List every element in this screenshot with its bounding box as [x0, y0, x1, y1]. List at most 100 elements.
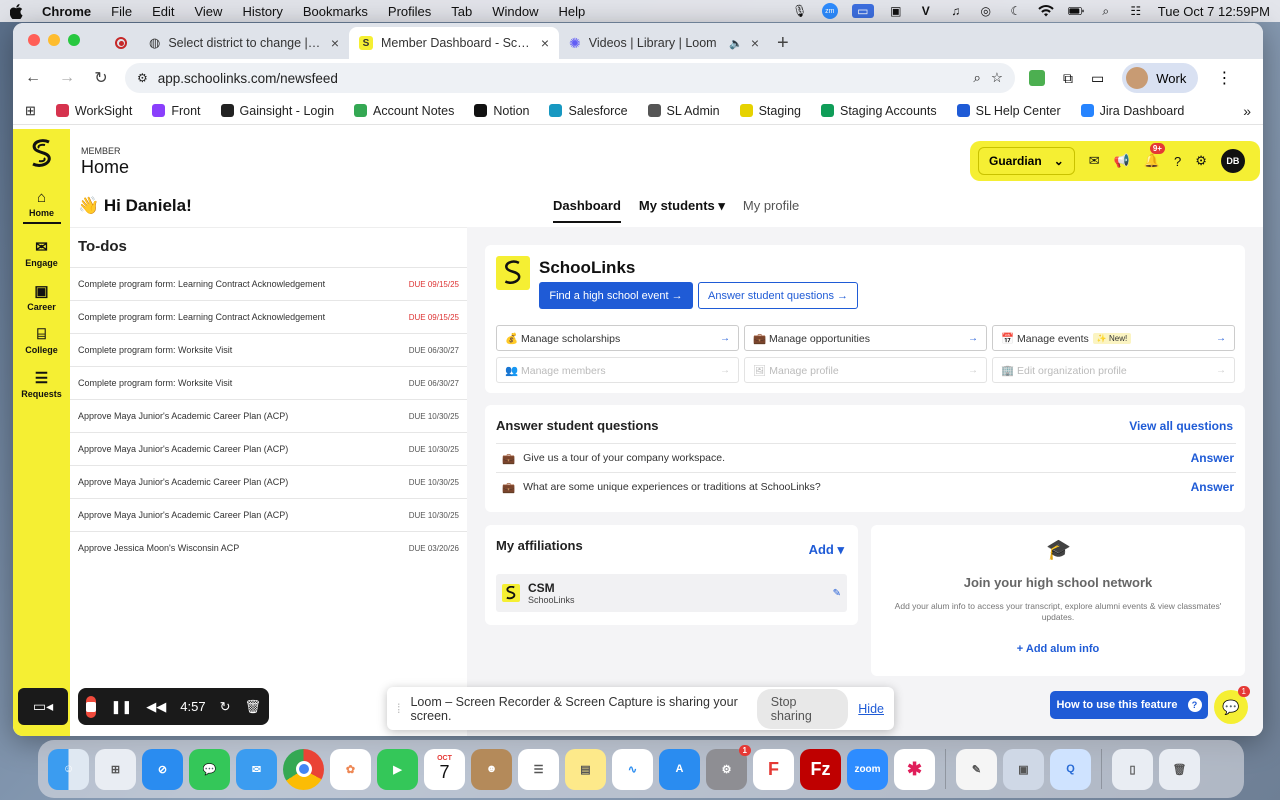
chat-launcher-button[interactable]: 💬 1 — [1214, 686, 1250, 724]
tab-loom-videos[interactable]: ✺ Videos | Library | Loom 🔈 × — [559, 27, 769, 59]
loom-camera-button[interactable]: ▭◂ — [18, 688, 68, 725]
megaphone-icon[interactable]: 📢 — [1114, 153, 1130, 169]
figma-icon[interactable]: F — [753, 748, 794, 790]
screen-share-icon[interactable]: ▭ — [851, 4, 874, 18]
bookmark-sl-admin[interactable]: SL Admin — [647, 104, 720, 118]
reload-icon[interactable]: ↻ — [91, 68, 111, 88]
todo-item[interactable]: Approve Maya Junior's Academic Career Pl… — [70, 465, 467, 498]
battery-icon[interactable] — [1067, 4, 1084, 18]
bookmark-staging-accounts[interactable]: Staging Accounts — [821, 104, 937, 118]
bookmark-jira-dashboard[interactable]: Jira Dashboard — [1080, 104, 1184, 118]
bookmark-worksight[interactable]: WorkSight — [55, 104, 132, 118]
chrome-icon[interactable] — [283, 748, 324, 790]
airdrop-icon[interactable]: ◎ — [978, 4, 994, 18]
sidebar-item-career[interactable]: ▣ Career — [27, 282, 56, 312]
more-bookmarks-icon[interactable]: » — [1243, 103, 1251, 119]
add-affiliation-button[interactable]: Add ▾ — [809, 542, 844, 558]
role-dropdown[interactable]: Guardian ⌄ — [978, 147, 1075, 175]
notes-icon[interactable]: ▤ — [565, 748, 606, 790]
photos-icon[interactable]: ✿ — [330, 748, 371, 790]
menu-clock[interactable]: Tue Oct 7 12:59PM — [1158, 4, 1270, 19]
tab-my-students[interactable]: My students ▾ — [639, 198, 725, 223]
todo-item[interactable]: Approve Maya Junior's Academic Career Pl… — [70, 498, 467, 531]
forward-arrow-icon[interactable]: → — [57, 69, 77, 87]
affiliation-item[interactable]: CSM SchooLinks ✎ — [496, 574, 847, 612]
messages-icon[interactable]: 💬 — [189, 748, 230, 790]
url-text[interactable]: app.schoolinks.com/newsfeed — [158, 71, 964, 86]
apps-grid-icon[interactable]: ⊞ — [25, 103, 36, 119]
rewind-icon[interactable]: ◀◀ — [146, 699, 166, 715]
bookmark-account-notes[interactable]: Account Notes — [354, 104, 454, 118]
user-avatar[interactable]: DB — [1220, 149, 1245, 173]
calendar-icon[interactable]: OCT 7 — [424, 748, 465, 790]
how-to-use-button[interactable]: How to use this feature ? — [1050, 691, 1208, 719]
bell-icon[interactable]: 🔔 9+ — [1144, 143, 1165, 169]
menu-view[interactable]: View — [194, 4, 222, 19]
reminders-icon[interactable]: ☰ — [518, 748, 559, 790]
v-app-icon[interactable]: V — [918, 4, 934, 18]
stop-sharing-button[interactable]: Stop sharing — [756, 688, 849, 729]
restart-icon[interactable]: ↻ — [220, 699, 231, 715]
chrome-menu-icon[interactable]: ⋮ — [1216, 68, 1232, 88]
speaker-icon[interactable]: 🔈 — [729, 37, 743, 50]
todo-item[interactable]: Approve Jessica Moon's Wisconsin ACP DUE … — [70, 531, 467, 564]
bookmark-star-icon[interactable]: ☆ — [991, 70, 1003, 86]
facetime-icon[interactable]: ▶ — [377, 748, 418, 790]
view-all-questions-link[interactable]: View all questions — [1129, 419, 1233, 433]
sidebar-item-college[interactable]: ⌸ College — [25, 326, 58, 355]
bookmark-front[interactable]: Front — [152, 104, 201, 118]
mail-app-icon[interactable]: ✉ — [236, 748, 277, 790]
apple-icon[interactable] — [10, 3, 24, 19]
schoolinks-logo-icon[interactable] — [29, 139, 55, 169]
menu-tab[interactable]: Tab — [451, 4, 472, 19]
address-bar[interactable]: ⚙ app.schoolinks.com/newsfeed ⌕ ☆ — [125, 63, 1015, 93]
tab-member-dashboard[interactable]: S Member Dashboard - SchooL × — [349, 27, 559, 59]
finder-icon[interactable]: ☺ — [48, 748, 89, 790]
tab-select-district[interactable]: ◍ Select district to change | [pr × — [139, 27, 349, 59]
close-tab-icon[interactable]: × — [751, 35, 759, 51]
tab-my-profile[interactable]: My profile — [743, 198, 799, 223]
trash-icon[interactable]: 🗑 — [244, 699, 261, 715]
wifi-icon[interactable] — [1038, 4, 1054, 18]
freeform-icon[interactable]: ∿ — [612, 748, 653, 790]
find-event-button[interactable]: Find a high school event → — [539, 282, 693, 309]
tab-search-icon[interactable]: ▭ — [1091, 70, 1104, 87]
back-arrow-icon[interactable]: ← — [23, 69, 43, 87]
bookmark-sl-help-center[interactable]: SL Help Center — [956, 104, 1061, 118]
close-tab-icon[interactable]: × — [541, 35, 549, 51]
tab-dashboard[interactable]: Dashboard — [553, 198, 621, 223]
answer-link[interactable]: Answer — [1191, 451, 1234, 465]
answer-link[interactable]: Answer — [1191, 480, 1234, 494]
answer-questions-button[interactable]: Answer student questions → — [698, 282, 858, 309]
todo-item[interactable]: Approve Maya Junior's Academic Career Pl… — [70, 399, 467, 432]
menu-help[interactable]: Help — [559, 4, 586, 19]
stop-recording-button[interactable] — [86, 695, 97, 718]
new-tab-button[interactable]: + — [777, 27, 789, 59]
menu-edit[interactable]: Edit — [152, 4, 174, 19]
spotlight-search-icon[interactable]: ⌕ — [1098, 4, 1114, 18]
filezilla-icon[interactable]: Fz — [800, 748, 841, 790]
help-icon[interactable]: ? — [1174, 154, 1181, 169]
zoom-status-icon[interactable]: zm — [821, 3, 838, 19]
display-icon[interactable]: ▣ — [888, 4, 904, 18]
todo-item[interactable]: Complete program form: Worksite Visit DUE… — [70, 366, 467, 399]
control-center-icon[interactable]: ☷ — [1128, 4, 1144, 18]
pencil-icon[interactable]: ✎ — [833, 588, 841, 599]
todo-item[interactable]: Complete program form: Worksite Visit DUE… — [70, 333, 467, 366]
tab-recording[interactable] — [103, 27, 139, 59]
sidebar-item-requests[interactable]: ☰ Requests — [21, 369, 62, 399]
site-info-icon[interactable]: ⚙ — [137, 71, 148, 85]
quicktime-icon[interactable]: Q — [1050, 748, 1091, 790]
bookmark-notion[interactable]: Notion — [474, 104, 529, 118]
system-settings-icon[interactable]: ⚙ 1 — [706, 744, 751, 790]
close-tab-icon[interactable]: × — [331, 35, 339, 51]
zoom-magnifier-icon[interactable]: ⌕ — [973, 70, 981, 86]
menu-window[interactable]: Window — [492, 4, 538, 19]
menu-file[interactable]: File — [111, 4, 132, 19]
textedit-icon[interactable]: ✎ — [956, 748, 997, 790]
documents-folder-icon[interactable]: ▯ — [1112, 748, 1153, 790]
zoom-app-icon[interactable]: zoom — [847, 748, 888, 790]
menu-app-name[interactable]: Chrome — [42, 4, 91, 19]
todo-item[interactable]: Complete program form: Learning Contract… — [70, 300, 467, 333]
todo-item[interactable]: Complete program form: Learning Contract… — [70, 267, 467, 300]
